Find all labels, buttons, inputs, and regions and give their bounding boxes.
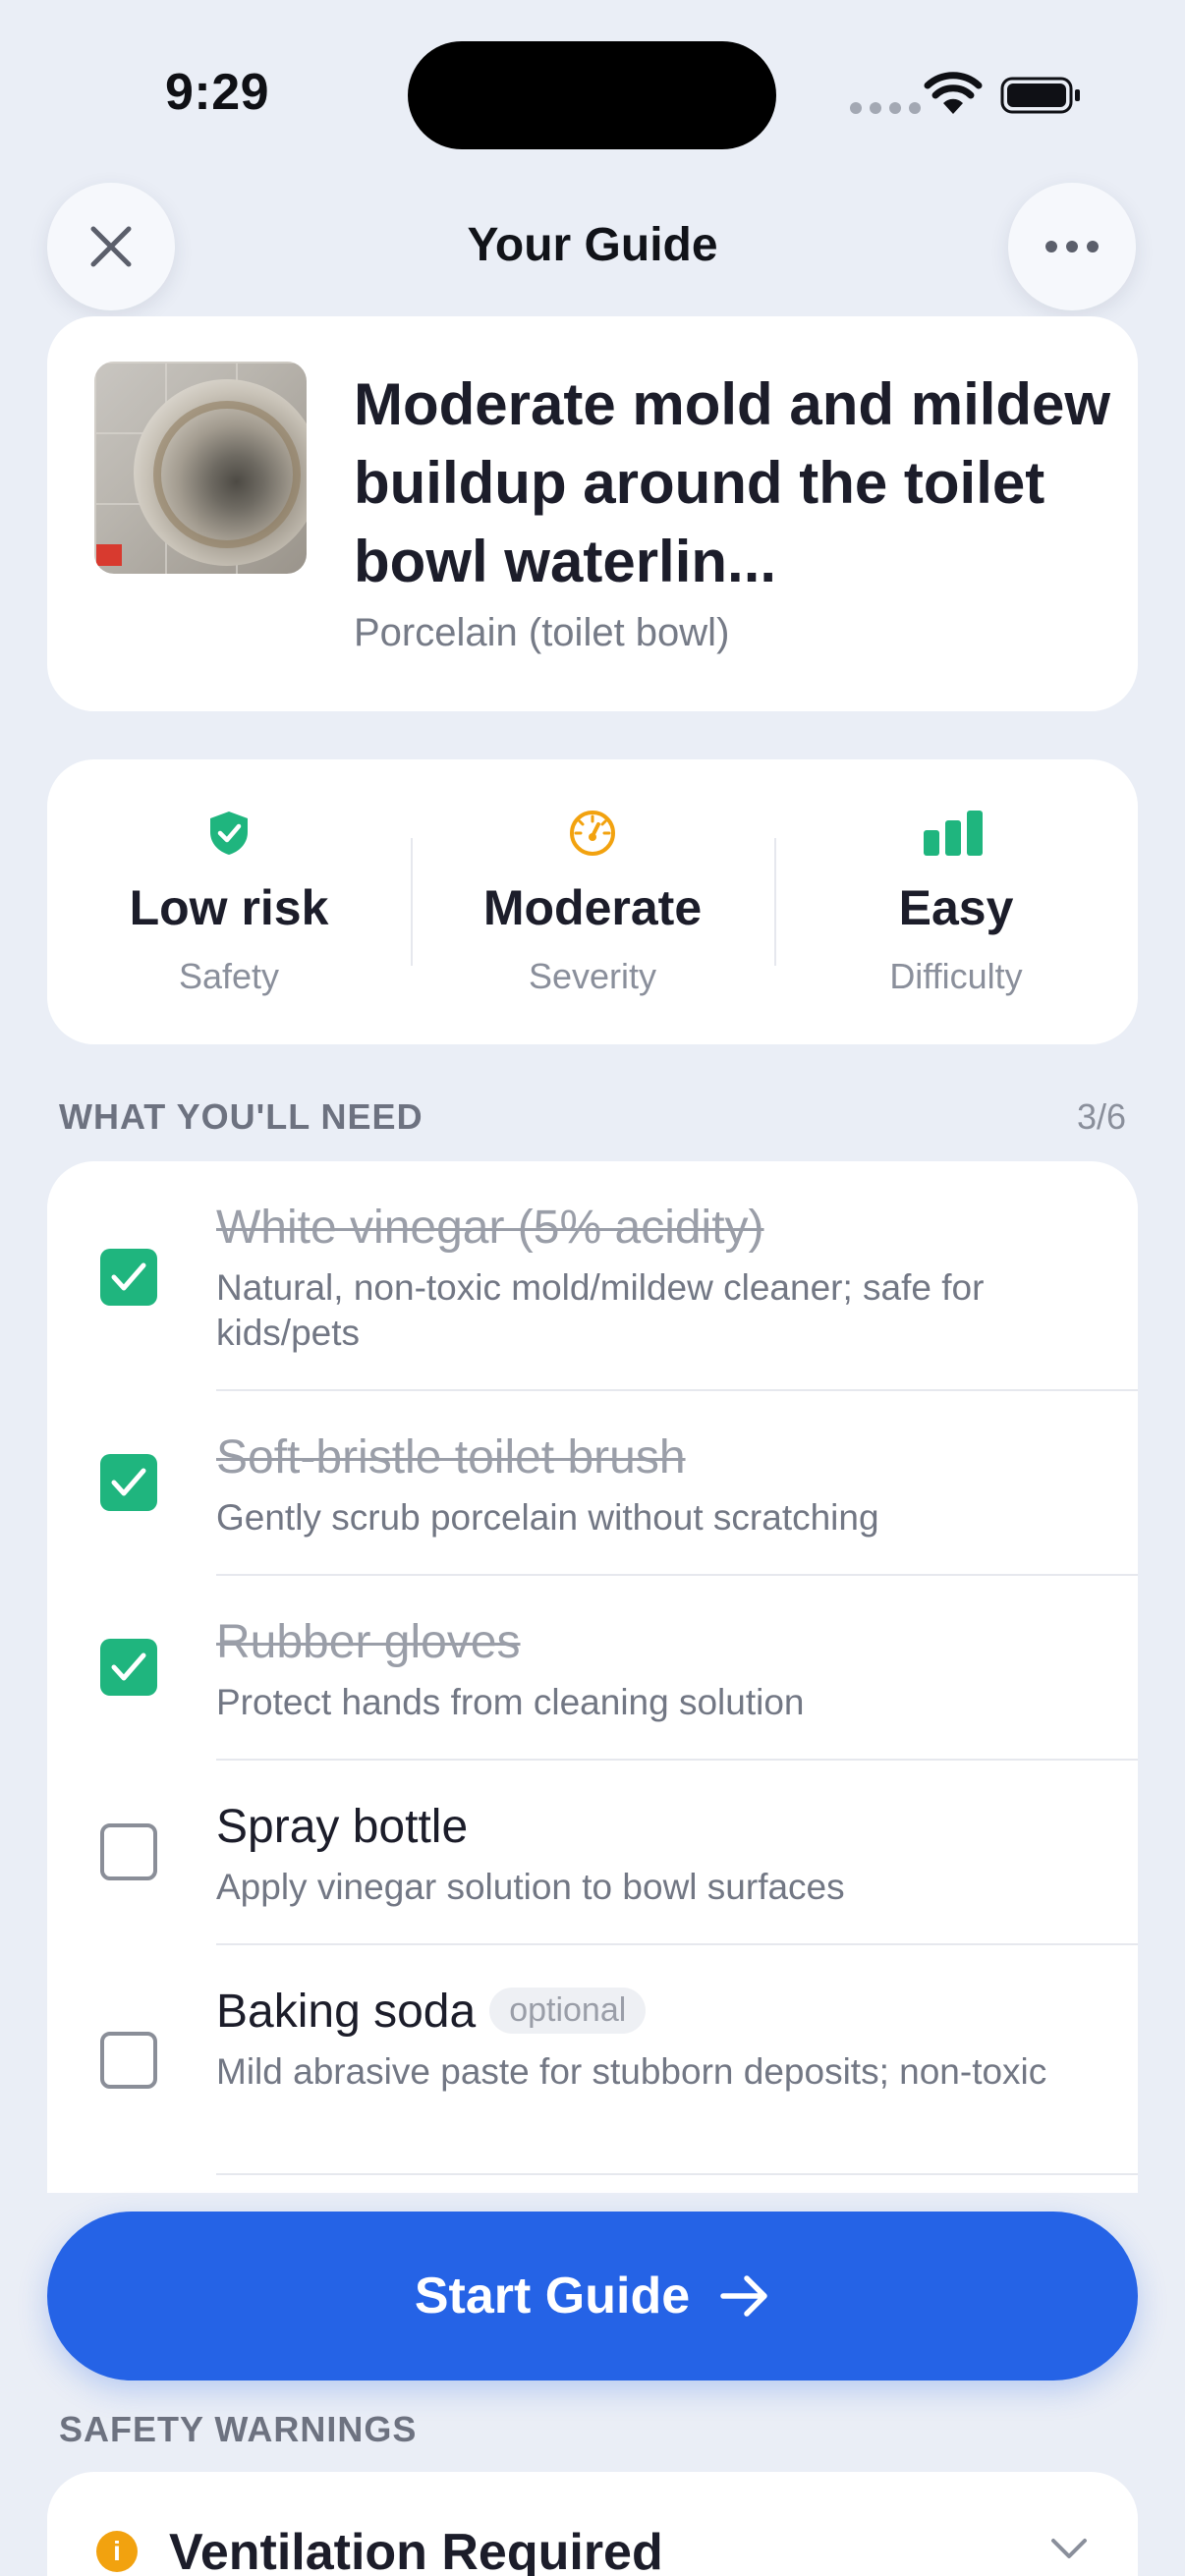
start-guide-label: Start Guide: [414, 2268, 691, 2324]
list-item[interactable]: Spray bottle Apply vinegar solution to b…: [47, 1761, 1138, 1945]
checkbox-unchecked[interactable]: [100, 2032, 157, 2089]
item-name-row: Baking soda optional: [216, 1985, 647, 2039]
issue-summary-card: Moderate mold and mildew buildup around …: [47, 316, 1138, 711]
warning-card[interactable]: i Ventilation Required: [47, 2472, 1138, 2576]
gauge-icon: [570, 811, 615, 856]
item-name: Rubber gloves: [216, 1616, 521, 1668]
checkbox-checked[interactable]: [100, 1639, 157, 1696]
stat-value: Moderate: [482, 880, 703, 935]
item-name: Soft-bristle toilet brush: [216, 1431, 686, 1484]
warning-title: Ventilation Required: [169, 2524, 663, 2576]
checkmark-icon: [111, 1652, 146, 1681]
dynamic-island: [408, 41, 776, 149]
divider: [216, 2173, 1138, 2175]
ellipsis-icon: [1045, 241, 1099, 252]
screen: 9:29 Your Guide Moderate mold and mildew…: [0, 0, 1185, 2576]
list-item[interactable]: White vinegar (5% acidity) Natural, non-…: [47, 1161, 1138, 1391]
stat-label: Severity: [528, 956, 657, 996]
stat-value: Easy: [898, 880, 1014, 935]
stat-label: Safety: [178, 956, 280, 996]
item-description: Natural, non-toxic mold/mildew cleaner; …: [216, 1267, 985, 1353]
item-description: Apply vinegar solution to bowl surfaces: [216, 1867, 845, 1907]
needs-section-header: WHAT YOU'LL NEED: [59, 1096, 423, 1137]
issue-material: Porcelain (toilet bowl): [354, 611, 730, 654]
checkbox-checked[interactable]: [100, 1249, 157, 1306]
start-guide-button[interactable]: Start Guide: [47, 2212, 1138, 2380]
optional-badge: optional: [489, 1988, 647, 2034]
battery-icon: [1000, 77, 1080, 114]
stat-label: Difficulty: [889, 956, 1023, 996]
wifi-icon: [924, 72, 983, 114]
stat-safety: Low risk Safety: [47, 759, 411, 1044]
needs-progress-count: 3/6: [1076, 1096, 1126, 1137]
item-description: Mild abrasive paste for stubborn deposit…: [216, 2051, 1047, 2092]
stat-value: Low risk: [129, 880, 329, 935]
more-options-button[interactable]: [1008, 183, 1136, 310]
item-name: Spray bottle: [216, 1801, 469, 1853]
cellular-signal-icon: [850, 102, 921, 114]
stat-difficulty: Easy Difficulty: [774, 759, 1138, 1044]
item-name: Baking soda: [216, 1986, 477, 2038]
issue-photo[interactable]: [94, 362, 307, 574]
list-item[interactable]: Baking soda optional Mild abrasive paste …: [47, 1945, 1138, 2175]
needs-list: White vinegar (5% acidity) Natural, non-…: [47, 1161, 1138, 2193]
stats-card: Low risk Safety Moderate Severity Easy D…: [47, 759, 1138, 1044]
list-item[interactable]: Soft-bristle toilet brush Gently scrub p…: [47, 1391, 1138, 1576]
item-description: Protect hands from cleaning solution: [216, 1682, 805, 1722]
chevron-down-icon: [1051, 2539, 1087, 2558]
bars-icon: [924, 811, 983, 856]
item-description: Gently scrub porcelain without scratchin…: [216, 1497, 879, 1538]
arrow-right-icon: [720, 2275, 767, 2317]
status-time: 9:29: [165, 64, 270, 121]
stat-severity: Moderate Severity: [411, 759, 774, 1044]
checkmark-icon: [111, 1262, 146, 1291]
checkmark-icon: [111, 1468, 146, 1496]
list-item[interactable]: Rubber gloves Protect hands from cleanin…: [47, 1576, 1138, 1761]
item-name: White vinegar (5% acidity): [216, 1202, 764, 1254]
safety-section-header: SAFETY WARNINGS: [59, 2409, 418, 2449]
checkbox-unchecked[interactable]: [100, 1823, 157, 1880]
shield-check-icon: [210, 812, 248, 855]
info-icon: i: [96, 2531, 138, 2572]
issue-title: Moderate mold and mildew buildup around …: [354, 371, 1111, 594]
checkbox-checked[interactable]: [100, 1454, 157, 1511]
